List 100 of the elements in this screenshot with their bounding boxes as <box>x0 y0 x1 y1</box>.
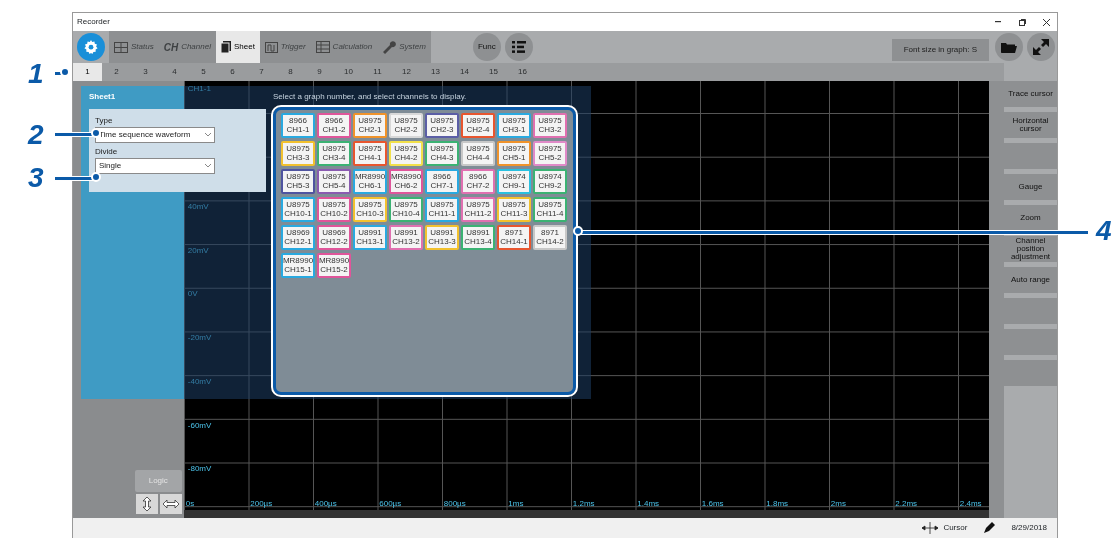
graph-number-tab[interactable]: 4 <box>160 63 189 81</box>
channel-chip[interactable]: U8969 CH12-2 <box>317 225 351 250</box>
channel-chip[interactable]: U8969 CH12-1 <box>281 225 315 250</box>
channel-chip[interactable]: U8975 CH2-2 <box>389 113 423 138</box>
side-button[interactable]: Horizontal cursor <box>1004 112 1057 138</box>
channel-chip[interactable]: MR8990 CH15-2 <box>317 253 351 278</box>
channel-chip[interactable]: U8975 CH4-2 <box>389 141 423 166</box>
channel-chip[interactable]: 8971 CH14-1 <box>497 225 531 250</box>
side-button[interactable]: Channel position adjustment <box>1004 236 1057 262</box>
dropdown[interactable]: Time sequence waveform <box>95 127 215 143</box>
callout-number: 4 <box>1096 217 1112 245</box>
side-button[interactable]: Auto range <box>1004 267 1057 293</box>
graph-number-tab[interactable]: 8 <box>276 63 305 81</box>
graph-number-tab[interactable]: 2 <box>102 63 131 81</box>
graph-number-tab[interactable]: 9 <box>305 63 334 81</box>
channel-chip[interactable]: U8975 CH3-1 <box>497 113 531 138</box>
pen-icon <box>983 522 996 534</box>
side-button[interactable]: Zoom <box>1004 205 1057 231</box>
channel-chip[interactable]: 8966 CH1-1 <box>281 113 315 138</box>
side-button[interactable]: Gauge <box>1004 174 1057 200</box>
channel-chip[interactable]: MR8990 CH15-1 <box>281 253 315 278</box>
chevron-icon <box>205 133 211 137</box>
graph-number-tab[interactable]: 10 <box>334 63 363 81</box>
list-menu-button[interactable] <box>504 33 533 61</box>
folder-button[interactable] <box>995 33 1023 61</box>
channel-chip[interactable]: U8991 CH13-2 <box>389 225 423 250</box>
graph-number-tab[interactable]: 14 <box>450 63 479 81</box>
axis-label: 1.4ms <box>637 500 660 509</box>
side-button[interactable]: Trace cursor <box>1004 81 1057 107</box>
channel-chip[interactable]: U8975 CH2-1 <box>353 113 387 138</box>
axis-label: 1ms <box>508 500 524 509</box>
channel-chip[interactable]: MR8990 CH6-1 <box>353 169 387 194</box>
channel-chip[interactable]: U8975 CH5-4 <box>317 169 351 194</box>
channel-chip[interactable]: U8975 CH5-3 <box>281 169 315 194</box>
expand-button[interactable] <box>1027 33 1055 61</box>
channel-chip[interactable]: U8991 CH13-1 <box>353 225 387 250</box>
graph-number-tab[interactable]: 16 <box>508 63 537 81</box>
channel-chip[interactable]: U8975 CH10-1 <box>281 197 315 222</box>
channel-chip[interactable]: U8974 CH9-1 <box>497 169 531 194</box>
axis-label: 20mV <box>186 246 210 256</box>
channel-chip[interactable]: U8975 CH4-1 <box>353 141 387 166</box>
axis-label: 40mV <box>186 203 210 212</box>
minus-icon <box>995 21 1001 23</box>
channel-chip[interactable]: U8975 CH11-2 <box>461 197 495 222</box>
channel-chip[interactable]: 8966 CH1-2 <box>317 113 351 138</box>
channel-chip[interactable]: U8991 CH13-3 <box>425 225 459 250</box>
graph-number-tab[interactable]: 15 <box>479 63 508 81</box>
channel-chip[interactable]: U8975 CH11-4 <box>533 197 567 222</box>
axis-label: -20mV <box>186 334 213 343</box>
channel-chip[interactable]: U8975 CH3-3 <box>281 141 315 166</box>
axis-label: -40mV <box>186 377 213 387</box>
settings-icon[interactable] <box>77 33 105 61</box>
font-size-button[interactable]: Font size in graph: S <box>891 39 989 61</box>
instruction-text: Select a graph number, and select channels to display. <box>273 91 468 103</box>
axis-label: 800µs <box>443 500 466 509</box>
channel-chip[interactable]: U8975 CH11-1 <box>425 197 459 222</box>
graph-number-tab[interactable]: 3 <box>131 63 160 81</box>
expand-icon <box>1033 39 1049 55</box>
channel-chip[interactable]: 8966 CH7-1 <box>425 169 459 194</box>
wrench-icon <box>382 40 397 54</box>
channel-chip[interactable]: U8975 CH10-3 <box>353 197 387 222</box>
graph-number-tab[interactable]: 7 <box>247 63 276 81</box>
channel-chip[interactable]: MR8990 CH6-2 <box>389 169 423 194</box>
axis-label: 2.4ms <box>959 500 982 509</box>
axis-label: -80mV <box>186 465 213 474</box>
folder-icon <box>1001 41 1017 53</box>
axis-label: 2.2ms <box>895 500 918 509</box>
graph-number-tab[interactable]: 6 <box>218 63 247 81</box>
field-label: Divide <box>95 146 119 158</box>
callout-number: 1 <box>28 60 44 88</box>
func-button[interactable]: Func <box>472 33 501 61</box>
pages-icon <box>220 41 231 53</box>
channel-chip[interactable]: U8975 CH10-4 <box>389 197 423 222</box>
channel-chip[interactable]: U8975 CH10-2 <box>317 197 351 222</box>
graph-number-tab[interactable]: 13 <box>421 63 450 81</box>
channel-chip[interactable]: U8975 CH2-3 <box>425 113 459 138</box>
toolbar-tab[interactable]: Sheet <box>215 31 260 63</box>
channel-chip[interactable]: U8975 CH11-3 <box>497 197 531 222</box>
channel-chip[interactable]: U8975 CH5-2 <box>533 141 567 166</box>
channel-chip[interactable]: U8975 CH4-4 <box>461 141 495 166</box>
graph-number-tab[interactable]: 1 <box>73 63 102 81</box>
graph-number-tab[interactable]: 12 <box>392 63 421 81</box>
axis-label: 200µs <box>250 500 273 509</box>
vertical-arrows-button[interactable] <box>135 494 158 514</box>
graph-number-tab[interactable]: 5 <box>189 63 218 81</box>
callout-dot <box>91 128 101 138</box>
channel-chip[interactable]: 8971 CH14-2 <box>533 225 567 250</box>
cursor-label: Cursor <box>943 522 968 534</box>
horizontal-arrows-button[interactable] <box>159 494 182 514</box>
table-icon <box>315 41 330 53</box>
channel-chip[interactable]: 8966 CH7-2 <box>461 169 495 194</box>
channel-chip[interactable]: U8975 CH2-4 <box>461 113 495 138</box>
channel-chip[interactable]: U8975 CH4-3 <box>425 141 459 166</box>
channel-chip[interactable]: U8991 CH13-4 <box>461 225 495 250</box>
channel-chip[interactable]: U8975 CH3-2 <box>533 113 567 138</box>
channel-chip[interactable]: U8974 CH9-2 <box>533 169 567 194</box>
channel-chip[interactable]: U8975 CH3-4 <box>317 141 351 166</box>
channel-chip[interactable]: U8975 CH5-1 <box>497 141 531 166</box>
dropdown[interactable]: Single <box>95 158 215 174</box>
graph-number-tab[interactable]: 11 <box>363 63 392 81</box>
